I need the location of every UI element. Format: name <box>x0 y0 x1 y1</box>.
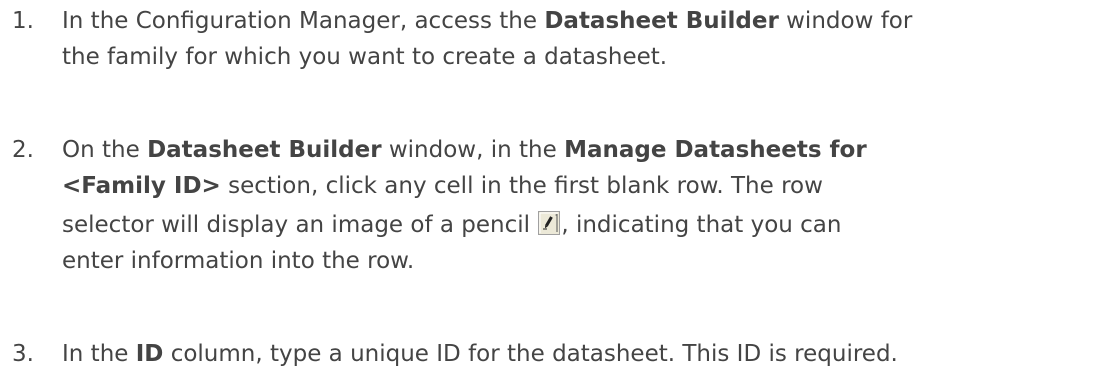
text: window, in the <box>381 137 565 163</box>
step-number: 1. <box>12 8 34 34</box>
text: In the <box>62 341 136 367</box>
ui-term-datasheet-builder: Datasheet Builder <box>544 8 779 34</box>
step-number: 3. <box>12 341 34 367</box>
ui-term-manage-datasheets-for: Manage Datasheets for <box>564 137 867 163</box>
pencil-row-selector-icon <box>538 211 561 235</box>
text: column, type a unique ID for the datashe… <box>163 341 898 367</box>
step-1-line-2: the family for which you want to create … <box>62 44 668 70</box>
step-2-line-4: enter information into the row. <box>62 248 415 274</box>
step-number: 2. <box>12 137 34 163</box>
step-2-line-3: selector will display an image of a penc… <box>62 211 841 238</box>
ui-term-datasheet-builder: Datasheet Builder <box>147 137 382 163</box>
text: In the Configuration Manager, access the <box>62 8 545 34</box>
text: selector will display an image of a penc… <box>62 212 538 238</box>
text: , indicating that you can <box>561 212 842 238</box>
text: section, click any cell in the first bla… <box>220 173 823 199</box>
step-2-line-2: <Family ID> section, click any cell in t… <box>62 173 823 199</box>
ui-term-family-id: <Family ID> <box>62 173 221 199</box>
ui-term-id: ID <box>135 341 164 367</box>
text: On the <box>62 137 148 163</box>
step-3-line-1: In the ID column, type a unique ID for t… <box>62 341 898 367</box>
text: window for <box>778 8 913 34</box>
step-1-line-1: In the Configuration Manager, access the… <box>62 8 912 34</box>
step-2-line-1: On the Datasheet Builder window, in the … <box>62 137 867 163</box>
